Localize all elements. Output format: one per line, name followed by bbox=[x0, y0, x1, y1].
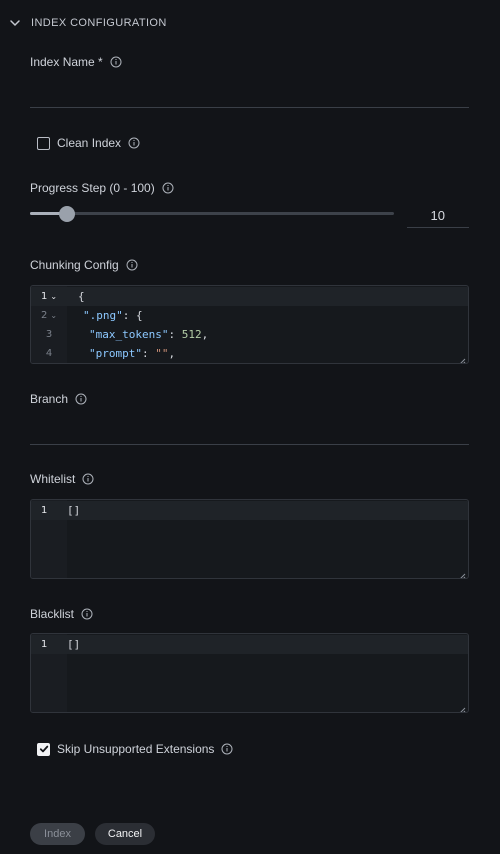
fold-chevron-icon[interactable]: ⌄ bbox=[50, 311, 57, 320]
json-number: 512 bbox=[181, 328, 202, 341]
skip-unsupported-label: Skip Unsupported Extensions bbox=[57, 742, 215, 756]
editor-line[interactable]: 1 [] bbox=[31, 501, 468, 520]
clean-index-row[interactable]: Clean Index bbox=[37, 136, 140, 150]
line-number: 1 bbox=[41, 639, 48, 650]
progress-step-label-text: Progress Step (0 - 100) bbox=[30, 181, 155, 195]
info-icon[interactable] bbox=[82, 473, 94, 485]
editor-line[interactable]: 1 ⌄ { bbox=[31, 287, 468, 306]
info-icon[interactable] bbox=[126, 259, 138, 271]
chunking-config-label: Chunking Config bbox=[30, 258, 138, 272]
resize-handle-icon[interactable] bbox=[459, 703, 466, 712]
json-punct: : bbox=[168, 328, 182, 341]
json-punct: : bbox=[141, 347, 156, 360]
whitelist-editor[interactable]: 1 [] bbox=[30, 499, 469, 579]
progress-step-input[interactable] bbox=[407, 204, 469, 228]
json-punct: , bbox=[201, 328, 209, 341]
whitelist-label: Whitelist bbox=[30, 472, 94, 486]
info-icon[interactable] bbox=[221, 743, 233, 755]
progress-step-slider-thumb[interactable] bbox=[59, 206, 75, 222]
editor-line[interactable]: 2 ⌄ ".png": { bbox=[31, 306, 468, 325]
chunking-config-label-text: Chunking Config bbox=[30, 258, 119, 272]
skip-unsupported-row[interactable]: Skip Unsupported Extensions bbox=[37, 742, 233, 756]
blacklist-label: Blacklist bbox=[30, 607, 93, 621]
code-text: ".png": { bbox=[83, 309, 143, 322]
checkmark-icon bbox=[39, 745, 48, 753]
index-button[interactable]: Index bbox=[30, 823, 85, 845]
code-text: "max_tokens": 512, bbox=[89, 328, 208, 341]
editor-line[interactable]: 4 "prompt": "", bbox=[31, 344, 468, 363]
branch-input[interactable] bbox=[30, 418, 469, 445]
info-icon[interactable] bbox=[81, 608, 93, 620]
code-text: [] bbox=[67, 638, 81, 651]
section-header-index-configuration[interactable]: INDEX CONFIGURATION bbox=[8, 14, 167, 32]
whitelist-label-text: Whitelist bbox=[30, 472, 76, 486]
cancel-button[interactable]: Cancel bbox=[95, 823, 155, 845]
line-number-text: 1 bbox=[40, 291, 48, 302]
chevron-down-icon bbox=[8, 16, 22, 30]
code-text: { bbox=[78, 290, 85, 303]
line-number: 3 bbox=[31, 329, 67, 340]
editor-line[interactable]: 3 "max_tokens": 512, bbox=[31, 325, 468, 344]
chunking-config-editor[interactable]: 1 ⌄ { 2 ⌄ ".png": { 3 "max_tokens": 512, 4… bbox=[30, 285, 469, 364]
resize-handle-icon[interactable] bbox=[459, 569, 466, 578]
line-number-text: 4 bbox=[45, 348, 53, 359]
json-punct: : { bbox=[122, 309, 143, 322]
json-string: "" bbox=[155, 347, 169, 360]
info-icon[interactable] bbox=[162, 182, 174, 194]
branch-label-text: Branch bbox=[30, 392, 69, 406]
json-punct: , bbox=[168, 347, 176, 360]
line-number: 1 ⌄ bbox=[31, 291, 67, 302]
info-icon[interactable] bbox=[75, 393, 87, 405]
skip-unsupported-checkbox[interactable] bbox=[37, 742, 50, 756]
index-name-label: Index Name * bbox=[30, 55, 122, 69]
line-number-text: 2 bbox=[40, 310, 48, 321]
branch-label: Branch bbox=[30, 392, 87, 406]
editor-line[interactable]: 1 [] bbox=[31, 635, 468, 654]
info-icon[interactable] bbox=[128, 137, 140, 149]
index-name-label-text: Index Name * bbox=[30, 55, 103, 69]
info-icon[interactable] bbox=[110, 56, 122, 68]
section-title: INDEX CONFIGURATION bbox=[31, 17, 167, 29]
fold-chevron-icon[interactable]: ⌄ bbox=[50, 292, 57, 301]
index-name-input[interactable] bbox=[30, 82, 469, 108]
progress-step-slider-track[interactable] bbox=[30, 212, 394, 215]
progress-step-label: Progress Step (0 - 100) bbox=[30, 181, 174, 195]
code-text: "prompt": "", bbox=[89, 347, 175, 360]
clean-index-checkbox[interactable] bbox=[37, 136, 50, 150]
resize-handle-icon[interactable] bbox=[459, 354, 466, 363]
clean-index-label: Clean Index bbox=[57, 136, 122, 150]
line-number: 2 ⌄ bbox=[31, 310, 67, 321]
code-text: [] bbox=[67, 504, 81, 517]
line-number-text: 3 bbox=[45, 329, 53, 340]
blacklist-editor[interactable]: 1 [] bbox=[30, 633, 469, 713]
blacklist-label-text: Blacklist bbox=[30, 607, 75, 621]
json-key: ".png" bbox=[83, 309, 123, 322]
line-number: 4 bbox=[31, 348, 67, 359]
json-key: "prompt" bbox=[89, 347, 142, 360]
line-number: 1 bbox=[41, 505, 48, 516]
json-key: "max_tokens" bbox=[89, 328, 169, 341]
